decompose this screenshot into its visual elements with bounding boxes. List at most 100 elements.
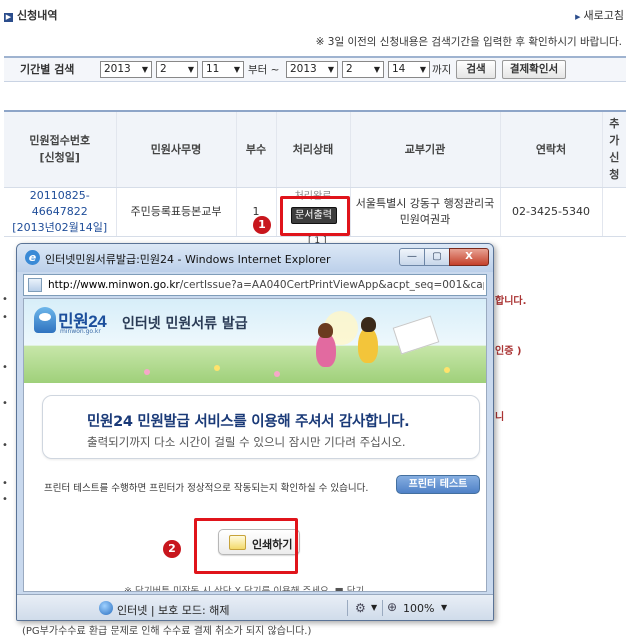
section-title-text: 신청내역 [17,9,58,22]
status-divider [382,600,383,616]
header-text: 민원접수번호 [29,134,91,148]
cell-issuing-org: 서울특별시 강동구 행정관리국민원여권과 [350,187,501,237]
background-refund-notice: (PG부가수수료 환급 문제로 인해 수수료 결제 취소가 되지 않습니다.) [22,626,312,637]
from-year-select[interactable]: 2013 ▼ [100,61,152,78]
girl-figure-illustration [316,333,336,367]
header-text: 신 [609,151,620,165]
thanks-message-box: 민원24 민원발급 서비스를 이용해 주셔서 감사합니다. 출력되기까지 다소 … [42,395,480,459]
search-button[interactable]: 검색 [456,60,496,79]
highlight-box-print-button [194,518,298,574]
chevron-down-icon[interactable]: ▼ [441,603,447,612]
background-fragment: 인증 ) [495,346,522,357]
period-search-label: 기간별 검색 [20,63,75,76]
list-bullet: • [2,398,8,409]
page-icon [28,278,42,292]
printer-test-notice: 프린터 테스트를 수행하면 프린터가 정상적으로 작동되는지 확인하실 수 있습… [44,483,369,494]
printer-test-button[interactable]: 프린터 테스트 [396,475,480,494]
payment-receipt-button[interactable]: 결제확인서 [502,60,566,79]
header-text: 가 [609,134,620,148]
cell-office-name: 주민등록표등본교부 [116,187,237,237]
boy-figure-illustration [358,327,378,363]
apply-no-link[interactable]: 20110825-46647822 [30,189,90,218]
issuing-org-line: 서울특별시 강동구 행정관리국 [355,196,495,210]
window-title: 인터넷민원서류발급:민원24 - Windows Internet Explor… [45,253,331,266]
to-month-select[interactable]: 2 ▼ [342,61,384,78]
close-window-button[interactable]: X [449,248,489,266]
list-bullet: • [2,440,8,451]
chevron-down-icon: ▼ [419,65,426,74]
cell-apply-no: 20110825-46647822 [2013년02월14일] [4,187,117,237]
chevron-down-icon: ▼ [373,65,380,74]
from-text: 부터 ~ [248,64,280,76]
window-title-bar[interactable]: e 인터넷민원서류발급:민원24 - Windows Internet Expl… [17,244,493,272]
refresh-arrow-icon: ▶ [575,13,581,21]
issuing-org-line: 민원여권과 [399,212,451,226]
period-notice: ※ 3일 이전의 신청내용은 검색기간을 입력한 후 확인하시기 바랍니다. [315,36,622,48]
section-bullet-icon: ▶ [4,13,13,22]
chevron-down-icon: ▼ [187,65,194,74]
flower-decoration [214,365,220,371]
ie-status-bar: 인터넷 | 보호 모드: 해제 ⚙ ▼ ⊕ 100% ▼ [17,594,493,620]
from-day-select[interactable]: 11 ▼ [202,61,244,78]
from-day-value: 11 [206,63,220,75]
background-fragment: 합니다. [495,296,527,307]
column-header-apply-no: 민원접수번호 [신청일] [4,111,117,188]
to-day-select[interactable]: 14 ▼ [388,61,430,78]
period-search-bar: 기간별 검색 2013 ▼ 2 ▼ 11 ▼ 부터 ~ 2013 ▼ 2 ▼ 14 ▼ 까지… [4,56,626,82]
to-day-value: 14 [392,63,406,75]
column-header-issuing-org: 교부기관 [350,111,501,188]
section-title: ▶ 신청내역 [4,7,57,23]
cell-contact: 02-3425-5340 [500,187,603,237]
status-divider [347,600,348,616]
minwon24-logo-icon [34,307,56,333]
to-month-value: 2 [346,63,353,75]
from-month-value: 2 [160,63,167,75]
flower-decoration [144,369,150,375]
ie-logo-icon: e [25,250,40,265]
zoom-icon[interactable]: ⊕ [387,600,397,614]
from-month-select[interactable]: 2 ▼ [156,61,198,78]
cell-extra-apply [602,187,626,237]
flower-decoration [444,367,450,373]
zoom-level[interactable]: 100% [403,602,434,615]
header-text: [신청일] [39,151,80,165]
security-zone-status: 인터넷 | 보호 모드: 해제 [117,604,230,617]
popup-footer-text: ※ 닫기버튼 미작동 시 상단 X 닫기를 이용해 주세요. ■ 닫기 [124,586,365,592]
girl-head-illustration [318,323,333,338]
logo-subtext: minwon.go.kr [60,328,101,335]
address-bar[interactable]: http://www.minwon.go.kr/certIssue?a=AA04… [23,274,487,296]
highlight-box-print-document [280,196,350,236]
column-header-office-name: 민원사무명 [116,111,237,188]
protected-mode-icon[interactable]: ⚙ [355,601,366,615]
apply-date: [2013년02월14일] [12,220,108,234]
flower-decoration [274,371,280,377]
header-text: 청 [609,168,620,182]
maximize-button[interactable]: ▢ [424,248,450,266]
background-fragment: 니 [495,412,505,423]
minimize-button[interactable]: — [399,248,425,266]
refresh-link[interactable]: ▶ 새로고침 [575,7,624,23]
url-path: /certIssue?a=AA040CertPrintViewApp&acpt_… [179,279,484,291]
chevron-down-icon[interactable]: ▼ [371,603,377,612]
address-url[interactable]: http://www.minwon.go.kr/certIssue?a=AA04… [48,279,484,291]
list-bullet: • [2,312,8,323]
step-marker-1: 1 [253,216,271,234]
to-year-select[interactable]: 2013 ▼ [286,61,338,78]
from-year-value: 2013 [104,63,131,75]
column-header-extra-apply: 추가신청 [602,111,626,188]
list-bullet: • [2,494,8,505]
table-header-row: 민원접수번호 [신청일] 민원사무명 부수 처리상태 교부기관 연락처 추가신청 [4,111,626,188]
refresh-label: 새로고침 [583,9,624,22]
paper-illustration [392,315,440,355]
step-marker-2: 2 [163,540,181,558]
list-bullet: • [2,478,8,489]
chevron-down-icon: ▼ [327,65,334,74]
column-header-copies: 부수 [236,111,277,188]
to-text: 까지 [432,64,452,76]
header-banner: 민원24 minwon.go.kr 인터넷 민원서류 발급 [24,299,486,383]
to-year-value: 2013 [290,63,317,75]
boy-head-illustration [361,317,376,332]
column-header-contact: 연락처 [500,111,603,188]
list-bullet: • [2,362,8,373]
chevron-down-icon: ▼ [141,65,148,74]
